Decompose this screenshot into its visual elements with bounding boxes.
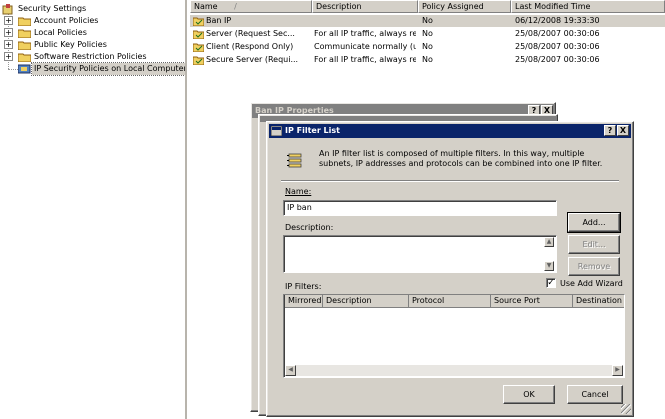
column-header-description[interactable]: Description xyxy=(323,295,409,308)
tree-item-label: Software Restriction Policies xyxy=(34,52,147,61)
dialog-title: IP Filter List xyxy=(285,126,340,135)
policy-icon xyxy=(193,16,204,26)
use-add-wizard-checkbox[interactable]: ✓ xyxy=(546,278,556,288)
scroll-left-icon[interactable]: ◀ xyxy=(285,365,296,376)
close-button[interactable]: X xyxy=(617,125,629,136)
ip-filters-table[interactable]: Mirrored Description Protocol Source Por… xyxy=(283,294,625,378)
description-label: Description: xyxy=(285,223,334,232)
ok-button[interactable]: OK xyxy=(503,385,555,404)
cell-description: Communicate normally (uns... xyxy=(314,42,416,51)
policy-icon xyxy=(193,55,204,65)
cell-description: For all IP traffic, always req... xyxy=(314,55,416,64)
expand-toggle[interactable]: + xyxy=(4,52,13,61)
window-icon xyxy=(271,126,282,136)
table-row[interactable]: Ban IP No 06/12/2008 19:33:30 xyxy=(190,15,665,27)
policy-icon xyxy=(193,29,204,39)
security-settings-icon xyxy=(2,4,14,15)
ip-filters-label: IP Filters: xyxy=(285,282,322,291)
column-header-source-port[interactable]: Source Port xyxy=(491,295,573,308)
column-header-protocol[interactable]: Protocol xyxy=(409,295,491,308)
table-row[interactable]: Server (Request Sec... For all IP traffi… xyxy=(190,28,665,40)
cell-name: Client (Respond Only) xyxy=(206,42,294,51)
cell-modified: 25/08/2007 00:30:06 xyxy=(515,55,600,64)
cell-assigned: No xyxy=(422,42,433,51)
column-header-label: Policy Assigned xyxy=(422,2,484,11)
column-header-description[interactable]: Description xyxy=(312,0,418,13)
policy-icon xyxy=(193,42,204,52)
scroll-down-icon[interactable]: ▼ xyxy=(544,261,554,271)
name-field[interactable]: IP ban xyxy=(283,200,557,216)
description-field[interactable] xyxy=(283,235,557,273)
intro-text: An IP filter list is composed of multipl… xyxy=(319,149,603,168)
dialog-titlebar[interactable]: IP Filter List xyxy=(269,124,631,138)
add-button[interactable]: Add... xyxy=(567,212,621,233)
folder-icon xyxy=(18,16,31,26)
tree-item-label: Account Policies xyxy=(34,16,99,25)
cancel-button[interactable]: Cancel xyxy=(567,385,623,404)
column-header-name[interactable]: Name / xyxy=(190,0,312,13)
tree-item-label: Local Policies xyxy=(34,28,87,37)
folder-icon xyxy=(18,28,31,38)
folder-icon xyxy=(18,40,31,50)
expand-toggle[interactable]: + xyxy=(4,16,13,25)
cell-modified: 25/08/2007 00:30:06 xyxy=(515,42,600,51)
filter-list-icon xyxy=(287,153,303,169)
column-header-last-modified[interactable]: Last Modified Time xyxy=(511,0,665,13)
column-header-destination[interactable]: Destination xyxy=(573,295,624,308)
cell-name: Server (Request Sec... xyxy=(206,29,295,38)
table-row[interactable]: Secure Server (Requi... For all IP traff… xyxy=(190,54,665,66)
folder-icon xyxy=(18,52,31,62)
name-label: Name: xyxy=(285,187,311,196)
table-row[interactable]: Client (Respond Only) Communicate normal… xyxy=(190,41,665,53)
column-header-policy-assigned[interactable]: Policy Assigned xyxy=(418,0,511,13)
cell-name: Secure Server (Requi... xyxy=(206,55,299,64)
horizontal-scrollbar[interactable]: ◀ ▶ xyxy=(285,365,623,376)
scroll-right-icon[interactable]: ▶ xyxy=(612,365,623,376)
column-header-label: Last Modified Time xyxy=(515,2,591,11)
edit-button[interactable]: Edit... xyxy=(568,235,620,254)
column-header-mirrored[interactable]: Mirrored xyxy=(285,295,323,308)
help-button[interactable]: ? xyxy=(604,125,616,136)
sort-indicator-icon: / xyxy=(234,2,237,11)
cell-description: For all IP traffic, always req... xyxy=(314,29,416,38)
tree-root-label: Security Settings xyxy=(18,4,87,13)
tree-item-label: IP Security Policies on Local Computer xyxy=(31,62,187,76)
tree-item-label: Public Key Policies xyxy=(34,40,107,49)
column-header-label: Name xyxy=(194,2,218,11)
cell-assigned: No xyxy=(422,55,433,64)
cell-modified: 06/12/2008 19:33:30 xyxy=(515,16,600,25)
name-label-text: Name: xyxy=(285,187,312,196)
resize-grip-icon[interactable] xyxy=(621,404,631,414)
use-add-wizard-label: Use Add Wizard xyxy=(560,279,623,288)
scroll-up-icon[interactable]: ▲ xyxy=(544,237,554,247)
expand-toggle[interactable]: + xyxy=(4,28,13,37)
console-tree[interactable]: Security Settings + Account Policies + L… xyxy=(0,0,187,419)
cell-assigned: No xyxy=(422,16,433,25)
column-header-label: Description xyxy=(316,2,362,11)
ip-filter-list-dialog[interactable]: IP Filter List ? X An IP filter list is … xyxy=(266,121,634,417)
cell-name: Ban IP xyxy=(206,16,232,25)
cell-assigned: No xyxy=(422,29,433,38)
cell-modified: 25/08/2007 00:30:06 xyxy=(515,29,600,38)
ip-security-icon xyxy=(18,64,31,74)
expand-toggle[interactable]: + xyxy=(4,40,13,49)
separator xyxy=(281,180,619,182)
remove-button[interactable]: Remove xyxy=(568,257,620,276)
